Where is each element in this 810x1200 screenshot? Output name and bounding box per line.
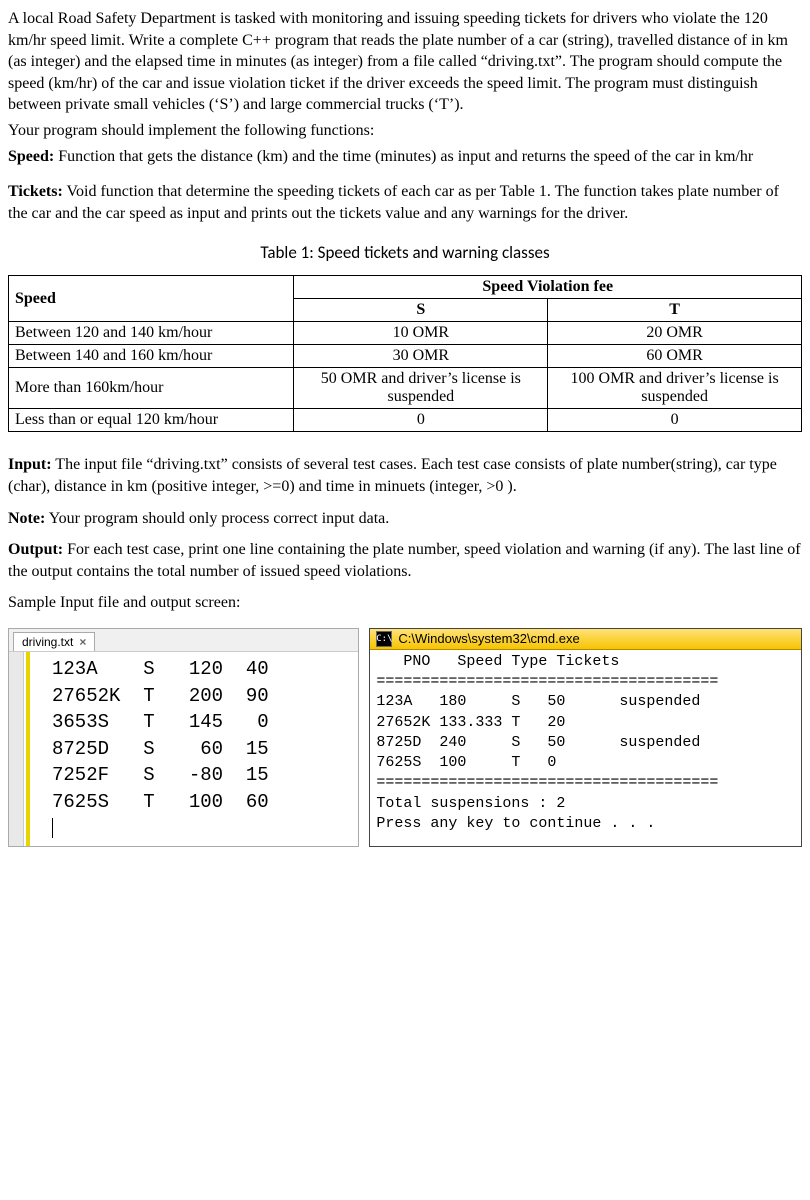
input-text: The input file “driving.txt” consists of… (8, 456, 777, 495)
console-window: C:\ C:\Windows\system32\cmd.exe PNO Spee… (369, 628, 802, 847)
tickets-text: Void function that determine the speedin… (8, 183, 779, 222)
table-row: Between 120 and 140 km/hour 10 OMR 20 OM… (9, 322, 802, 345)
table-row: Less than or equal 120 km/hour 0 0 (9, 409, 802, 432)
output-text: For each test case, print one line conta… (8, 541, 801, 580)
output-label: Output: (8, 541, 63, 558)
table-caption: Table 1: Speed tickets and warning class… (8, 242, 802, 263)
cmd-icon: C:\ (376, 631, 392, 647)
tab-driving-txt[interactable]: driving.txt × (13, 632, 95, 651)
console-title-text: C:\Windows\system32\cmd.exe (398, 631, 579, 646)
editor-content[interactable]: 123A S 120 40 27652K T 200 90 3653S T 14… (46, 652, 358, 846)
note-text: Your program should only process correct… (45, 510, 389, 527)
table-head-speed: Speed (9, 276, 294, 322)
editor-window: driving.txt × 123A S 120 40 27652K T 200… (8, 628, 359, 847)
note-label: Note: (8, 510, 45, 527)
problem-statement: A local Road Safety Department is tasked… (8, 8, 802, 167)
io-section: Input: The input file “driving.txt” cons… (8, 454, 802, 614)
console-output: PNO Speed Type Tickets =================… (370, 650, 801, 846)
close-icon[interactable]: × (79, 635, 86, 649)
editor-marker-column (24, 652, 46, 846)
paragraph: Your program should implement the follow… (8, 120, 802, 142)
editor-gutter (9, 652, 24, 846)
change-marker (26, 652, 30, 846)
tickets-paragraph: Tickets: Void function that determine th… (8, 181, 802, 224)
editor-body: 123A S 120 40 27652K T 200 90 3653S T 14… (9, 652, 358, 846)
sample-label: Sample Input file and output screen: (8, 592, 802, 614)
paragraph: A local Road Safety Department is tasked… (8, 8, 802, 116)
console-titlebar: C:\ C:\Windows\system32\cmd.exe (370, 629, 801, 650)
tickets-label: Tickets: (8, 183, 63, 200)
table-col-s: S (294, 299, 548, 322)
input-label: Input: (8, 456, 52, 473)
text-cursor (52, 818, 53, 838)
table-head-fee: Speed Violation fee (294, 276, 802, 299)
table-row: Between 140 and 160 km/hour 30 OMR 60 OM… (9, 345, 802, 368)
tab-label: driving.txt (22, 635, 73, 649)
fee-table: Speed Speed Violation fee S T Between 12… (8, 275, 802, 432)
paragraph: Speed: Function that gets the distance (… (8, 146, 802, 168)
samples-row: driving.txt × 123A S 120 40 27652K T 200… (8, 628, 802, 847)
speed-text: Function that gets the distance (km) and… (54, 148, 753, 165)
editor-tabs: driving.txt × (9, 629, 358, 652)
table-row: More than 160km/hour 50 OMR and driver’s… (9, 368, 802, 409)
speed-label: Speed: (8, 148, 54, 165)
table-col-t: T (548, 299, 802, 322)
